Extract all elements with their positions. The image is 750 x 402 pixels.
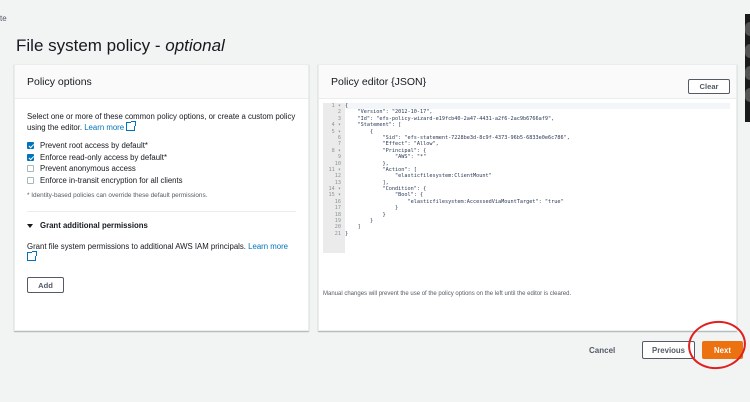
policy-option-checkbox[interactable] (27, 153, 34, 161)
toolbar-dot (745, 44, 750, 58)
side-toolbar-strip (745, 14, 750, 122)
clear-button[interactable]: Clear (688, 79, 730, 94)
policy-option-row[interactable]: Prevent root access by default* (27, 140, 296, 152)
page-title-optional: optional (165, 36, 225, 55)
editor-footnote: Manual changes will prevent the use of t… (323, 291, 572, 297)
policy-option-label: Prevent root access by default* (40, 141, 148, 151)
policy-option-row[interactable]: Enforce read-only access by default* (27, 152, 296, 164)
caret-down-icon (27, 223, 33, 228)
policy-option-checkbox[interactable] (27, 165, 34, 173)
policy-option-checkbox[interactable] (27, 142, 34, 150)
grant-learn-more-link[interactable]: Learn more (248, 242, 288, 251)
toolbar-dot (745, 22, 750, 36)
learn-more-link[interactable]: Learn more (84, 123, 124, 132)
policy-option-label: Enforce in-transit encryption for all cl… (40, 175, 183, 185)
code-text: } (345, 230, 349, 237)
cancel-button[interactable]: Cancel (589, 346, 615, 355)
external-link-icon[interactable] (27, 251, 37, 261)
code-line[interactable]: 21} (323, 231, 731, 237)
policy-editor-title: Policy editor {JSON} (331, 75, 427, 88)
add-principal-button[interactable]: Add (27, 277, 64, 293)
policy-editor-panel: Policy editor {JSON} Clear 1 ▾{2 "Versio… (318, 64, 737, 331)
identity-policy-note: * Identity-based policies can override t… (27, 192, 208, 199)
policy-option-checkbox[interactable] (27, 176, 34, 184)
toolbar-dot (745, 66, 750, 80)
json-editor[interactable]: 1 ▾{2 "Version": "2012-10-17", 3 "Id": "e… (323, 103, 731, 279)
policy-editor-heading: Policy editor {JSON} (319, 65, 736, 99)
toolbar-dot (745, 88, 750, 102)
policy-options-intro: Select one or more of these common polic… (27, 111, 296, 133)
policy-options-panel: Policy options Select one or more of the… (14, 64, 309, 331)
page-title-text: File system policy - (16, 36, 166, 55)
policy-option-label: Prevent anonymous access (40, 164, 136, 174)
divider (27, 211, 296, 212)
intro-text: Select one or more of these common polic… (27, 112, 296, 132)
breadcrumb: te (0, 14, 7, 23)
grant-permissions-expander[interactable]: Grant additional permissions (27, 220, 296, 231)
policy-option-row[interactable]: Prevent anonymous access (27, 163, 296, 175)
policy-options-heading: Policy options (15, 65, 308, 99)
line-number: 21 (334, 230, 341, 237)
policy-option-label: Enforce read-only access by default* (40, 152, 167, 162)
page-title: File system policy - optional (16, 36, 225, 56)
grant-permissions-text: Grant file system permissions to additio… (27, 241, 296, 263)
policy-options-list: Prevent root access by default* Enforce r… (27, 140, 296, 186)
grant-permissions-heading: Grant additional permissions (40, 221, 148, 230)
external-link-icon[interactable] (126, 121, 137, 131)
grant-text: Grant file system permissions to additio… (27, 242, 249, 251)
policy-option-row[interactable]: Enforce in-transit encryption for all cl… (27, 175, 296, 187)
